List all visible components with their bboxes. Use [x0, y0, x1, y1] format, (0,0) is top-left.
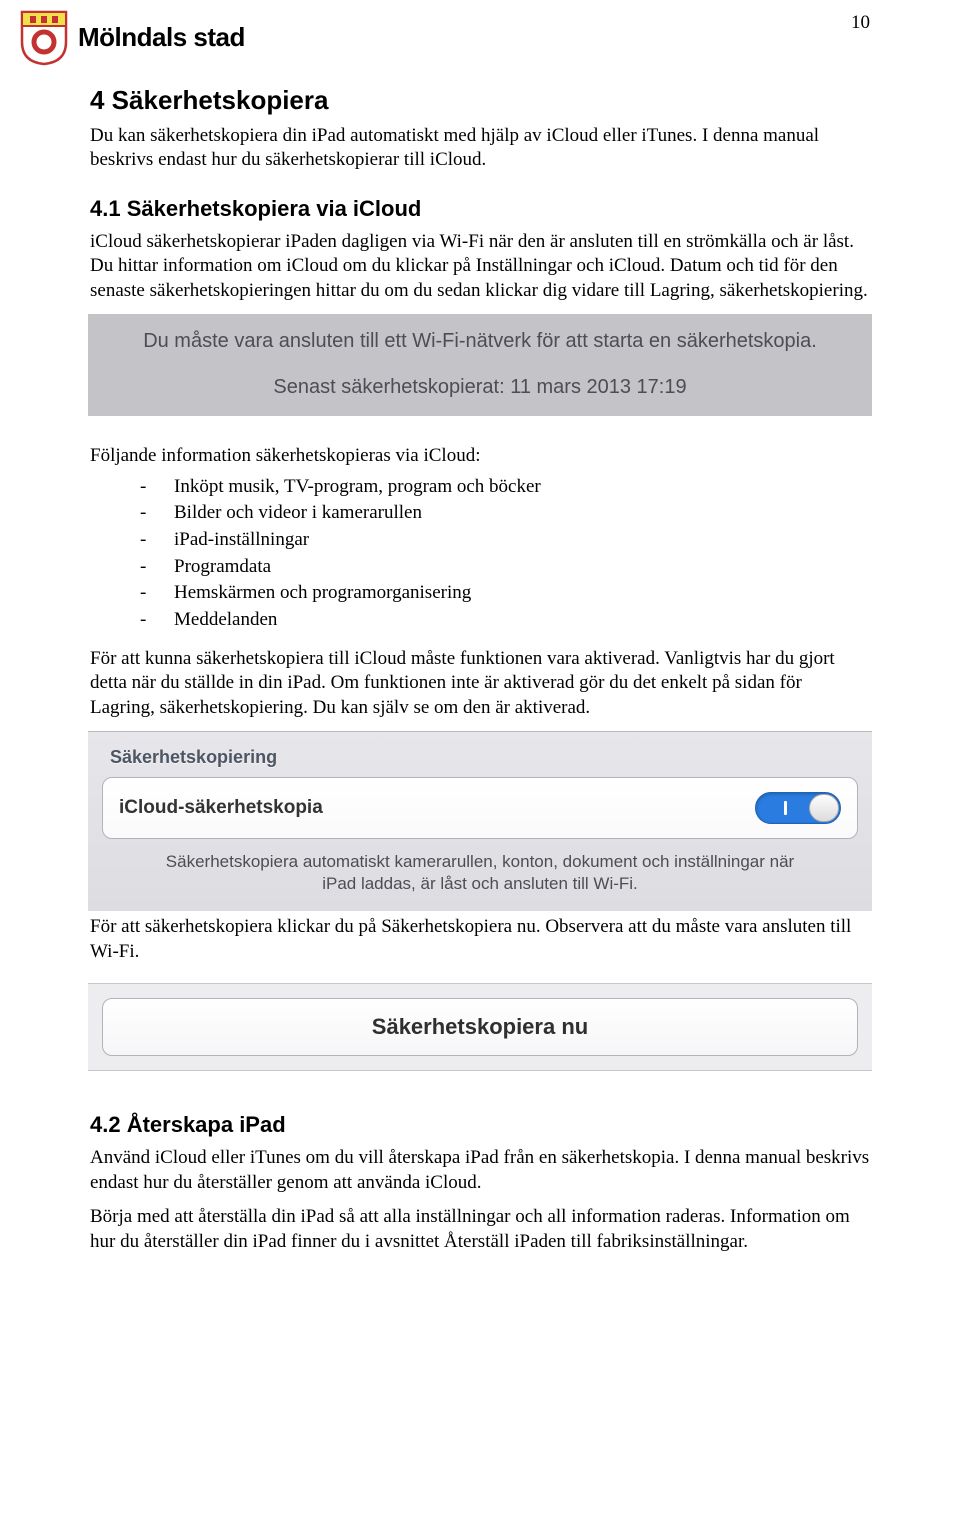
- backup-now-button[interactable]: Säkerhetskopiera nu: [102, 998, 858, 1057]
- section-4-1-heading: 4.1 Säkerhetskopiera via iCloud: [90, 195, 870, 224]
- list-item: -Hemskärmen och programorganisering: [140, 581, 870, 606]
- list-item: -Inköpt musik, TV-program, program och b…: [140, 475, 870, 500]
- section-4-intro: Du kan säkerhetskopiera din iPad automat…: [90, 124, 870, 173]
- section-4-1-body: iCloud säkerhetskopierar iPaden dagligen…: [90, 230, 870, 304]
- ios-settings-panel: Säkerhetskopiering iCloud-säkerhetskopia…: [88, 731, 872, 912]
- icloud-backup-row[interactable]: iCloud-säkerhetskopia: [102, 777, 858, 839]
- section-4-2-p1: Använd iCloud eller iTunes om du vill åt…: [90, 1146, 870, 1195]
- page-number: 10: [851, 11, 870, 36]
- page-header: Mölndals stad 10: [20, 10, 870, 66]
- activate-info-paragraph: För att kunna säkerhetskopiera till iClo…: [90, 647, 870, 721]
- section-4-2-p2: Börja med att återställa din iPad så att…: [90, 1205, 870, 1254]
- molndal-crest-icon: [20, 10, 68, 66]
- backup-items-list: -Inköpt musik, TV-program, program och b…: [90, 475, 870, 633]
- org-name: Mölndals stad: [78, 21, 245, 55]
- icloud-backup-label: iCloud-säkerhetskopia: [119, 796, 323, 821]
- settings-description: Säkerhetskopiera automatiskt kamerarulle…: [88, 839, 872, 911]
- section-4-heading: 4 Säkerhetskopiera: [90, 84, 870, 118]
- list-item: -Programdata: [140, 555, 870, 580]
- wifi-required-text: Du måste vara ansluten till ett Wi-Fi-nä…: [118, 328, 842, 354]
- settings-section-label: Säkerhetskopiering: [88, 732, 872, 777]
- icloud-backup-toggle[interactable]: [755, 792, 841, 824]
- backup-now-panel: Säkerhetskopiera nu: [88, 983, 872, 1072]
- list-item: -iPad-inställningar: [140, 528, 870, 553]
- org-logo-block: Mölndals stad: [20, 10, 245, 66]
- list-item: -Meddelanden: [140, 608, 870, 633]
- backup-now-instruction: För att säkerhetskopiera klickar du på S…: [90, 915, 870, 964]
- last-backup-text: Senast säkerhetskopierat: 11 mars 2013 1…: [118, 374, 842, 400]
- ios-backup-status-box: Du måste vara ansluten till ett Wi-Fi-nä…: [88, 314, 872, 416]
- backup-list-intro: Följande information säkerhetskopieras v…: [90, 444, 870, 469]
- section-4-2-heading: 4.2 Återskapa iPad: [90, 1111, 870, 1140]
- list-item: -Bilder och videor i kamerarullen: [140, 501, 870, 526]
